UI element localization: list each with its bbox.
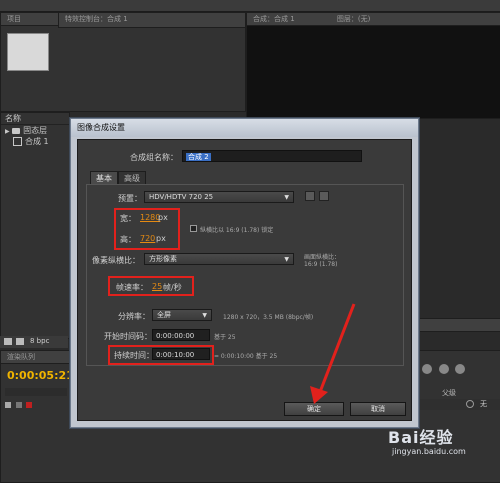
parent-value[interactable]: 无	[480, 399, 487, 409]
project-footer: 8 bpc	[0, 336, 68, 348]
start-timecode-label: 开始时间码：	[104, 332, 152, 341]
preset-dropdown[interactable]: HDV/HDTV 720 25 ▼	[144, 191, 294, 203]
preset-value: HDV/HDTV 720 25	[149, 193, 214, 201]
layer-switches-row	[5, 388, 67, 396]
tree-header: 名称	[1, 113, 69, 125]
trash-icon[interactable]	[319, 191, 329, 201]
current-timecode[interactable]: 0:00:05:21	[7, 369, 74, 382]
tree-item-label: 合成 1	[25, 137, 49, 146]
tab-advanced[interactable]: 高级	[118, 171, 146, 184]
eye-icon[interactable]	[5, 402, 11, 408]
duration-hint: = 0:00:10:00 基于 25	[214, 353, 278, 360]
chevron-down-icon: ▼	[284, 194, 289, 201]
arrow-annotation-icon	[310, 303, 356, 404]
composition-icon	[13, 137, 22, 146]
resolution-value: 全屏	[157, 311, 171, 319]
save-preset-icon[interactable]	[305, 191, 315, 201]
effects-tab-label: 特效控制台：合成 1	[65, 15, 128, 23]
label-color-icon[interactable]	[26, 402, 33, 408]
comp-name-label: 合成组名称：	[130, 153, 178, 162]
dialog-titlebar: 图像合成设置	[71, 119, 418, 137]
comp-tab-label: 合成：合成 1	[253, 15, 295, 23]
height-unit: px	[156, 234, 166, 243]
comp-tab[interactable]: 合成：合成 1 图层：(无)	[247, 13, 500, 26]
pixel-aspect-value: 方形像素	[149, 255, 177, 263]
composition-settings-dialog: 图像合成设置 合成组名称： 合成 2 基本 高级 预置： HDV/HDTV 72…	[70, 118, 419, 428]
graph-editor-icon[interactable]	[438, 364, 449, 374]
frame-rate-label: 帧速率：	[116, 283, 148, 292]
tree-item-label: 固态层	[23, 126, 48, 135]
composition-viewer: 合成：合成 1 图层：(无)	[246, 12, 500, 119]
project-tree: 名称 ▶ 固态层 合成 1	[0, 112, 70, 339]
footage-thumbnail	[7, 33, 49, 71]
render-queue-tab[interactable]: 渲染队列	[1, 351, 75, 364]
frame-aspect-title: 画面纵横比：	[304, 254, 341, 261]
frame-aspect-value: 16:9 (1.78)	[304, 261, 338, 268]
start-timecode-hint: 基于 25	[214, 334, 236, 341]
resolution-label: 分辨率：	[118, 312, 150, 321]
audio-icon[interactable]	[15, 402, 22, 408]
new-comp-icon[interactable]	[16, 338, 24, 345]
menu-bar	[0, 0, 500, 12]
pixel-aspect-label: 像素纵横比：	[92, 256, 140, 265]
frame-rate-unit: 帧/秒	[163, 283, 182, 292]
tab-basic[interactable]: 基本	[90, 171, 118, 184]
pick-whip-icon[interactable]	[466, 400, 474, 408]
bpc-label[interactable]: 8 bpc	[30, 337, 49, 345]
right-panel-tabs	[417, 318, 500, 332]
chevron-down-icon: ▼	[202, 312, 207, 319]
motion-blur-icon[interactable]	[422, 364, 432, 374]
height-label: 高：	[120, 235, 136, 244]
comp-name-input[interactable]: 合成 2	[182, 150, 362, 162]
start-timecode-input[interactable]: 0:00:00:00	[152, 329, 210, 341]
comp-name-value: 合成 2	[186, 153, 211, 161]
watermark-url: jingyan.baidu.com	[392, 447, 466, 456]
expand-triangle-icon[interactable]: ▶	[5, 128, 10, 135]
pixel-aspect-dropdown[interactable]: 方形像素 ▼	[144, 253, 294, 265]
watermark-brand: Bai经验	[388, 428, 454, 447]
duration-label: 持续时间：	[114, 351, 154, 360]
layer-tab-label: 图层：(无)	[336, 15, 371, 23]
width-unit: px	[158, 213, 168, 222]
tree-header-label: 名称	[5, 114, 21, 123]
parent-row[interactable]: 无	[420, 399, 500, 410]
tree-item-comp[interactable]: 合成 1	[1, 136, 69, 147]
dialog-client-area: 合成组名称： 合成 2 基本 高级 预置： HDV/HDTV 720 25 ▼ …	[77, 139, 412, 421]
frame-rate-value[interactable]: 25	[152, 282, 162, 291]
chevron-down-icon: ▼	[284, 256, 289, 263]
resolution-dropdown[interactable]: 全屏 ▼	[152, 309, 212, 321]
width-label: 宽：	[120, 214, 136, 223]
new-folder-icon[interactable]	[4, 338, 12, 345]
draft-3d-icon[interactable]	[455, 364, 466, 374]
tree-item-solids[interactable]: ▶ 固态层	[1, 125, 69, 136]
folder-icon	[12, 127, 21, 134]
height-value[interactable]: 720	[140, 234, 155, 243]
layer-row[interactable]	[5, 401, 67, 409]
dialog-title: 图像合成设置	[77, 123, 125, 132]
preset-label: 预置：	[118, 194, 142, 203]
arrow-head	[310, 386, 328, 404]
lock-aspect-checkbox[interactable]	[190, 225, 197, 232]
effects-controls-tab[interactable]: 特效控制台：合成 1	[58, 12, 246, 28]
duration-input[interactable]: 0:00:10:00	[152, 348, 210, 360]
timeline-tools	[422, 364, 494, 378]
arrow-shaft	[318, 303, 356, 393]
lock-aspect-label: 纵横比以 16:9 (1.78) 锁定	[200, 227, 274, 234]
parent-column-header: 父级	[442, 389, 456, 397]
